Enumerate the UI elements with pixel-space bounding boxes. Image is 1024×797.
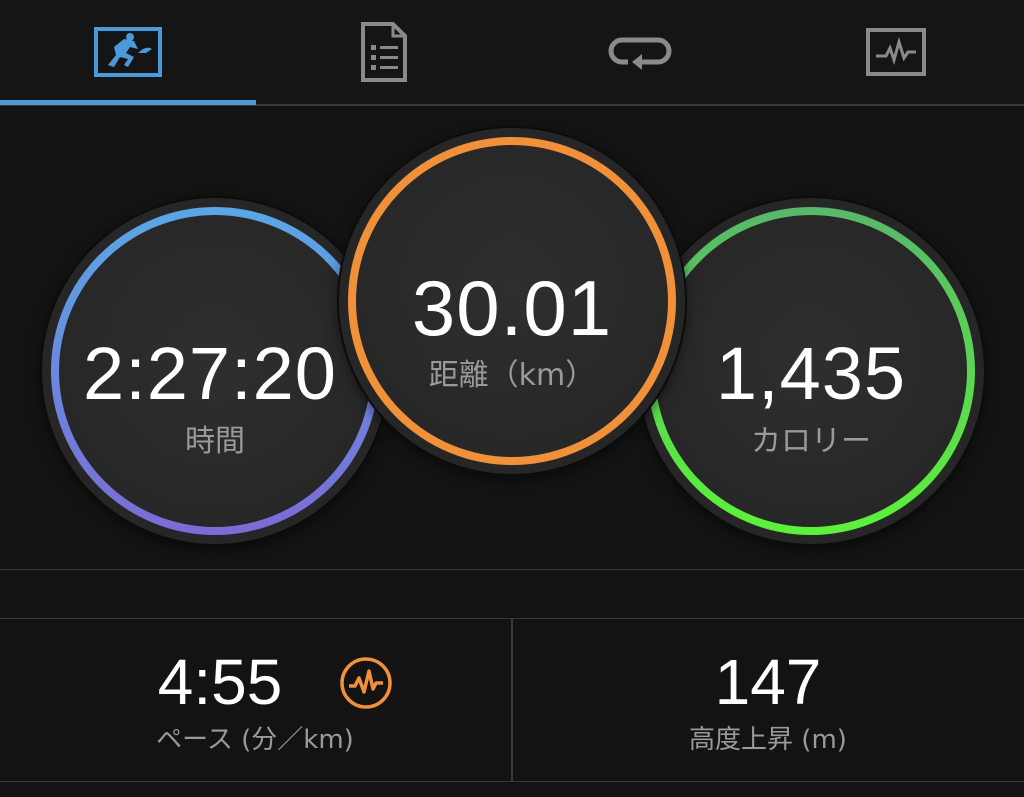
distance-value: 30.01 bbox=[411, 264, 613, 352]
running-figure-icon bbox=[94, 27, 162, 77]
tab-details[interactable] bbox=[256, 0, 512, 104]
calories-value: 1,435 bbox=[715, 332, 907, 415]
tab-overview[interactable] bbox=[0, 0, 256, 104]
pace-graph-icon bbox=[340, 657, 392, 709]
time-value: 2:27:20 bbox=[83, 332, 337, 415]
active-tab-indicator bbox=[0, 100, 256, 105]
distance-ring[interactable]: 30.01 距離（km） bbox=[339, 128, 685, 474]
time-label: 時間 bbox=[185, 424, 245, 459]
distance-label: 距離（km） bbox=[428, 358, 596, 393]
calories-ring[interactable]: 1,435 カロリー bbox=[638, 198, 984, 544]
section-divider-top bbox=[0, 569, 1024, 570]
calories-label: カロリー bbox=[751, 424, 871, 459]
time-ring[interactable]: 2:27:20 時間 bbox=[42, 198, 388, 544]
chart-monitor-icon bbox=[866, 28, 926, 76]
section-divider-bottom bbox=[0, 781, 1024, 782]
loop-arrow-icon bbox=[608, 37, 672, 70]
activity-summary-screen: 2:27:20 時間 1,435 カロリー 30.01 距離（km） 4:55 … bbox=[0, 0, 1024, 797]
elevation-label: 高度上昇 (m) bbox=[689, 725, 847, 755]
elevation-value: 147 bbox=[714, 646, 822, 718]
tab-laps[interactable] bbox=[512, 0, 768, 104]
document-list-icon bbox=[361, 22, 407, 82]
tab-charts[interactable] bbox=[768, 0, 1024, 104]
pace-stat[interactable]: 4:55 ペース (分／km) bbox=[0, 619, 510, 781]
elevation-stat[interactable]: 147 高度上昇 (m) bbox=[513, 619, 1023, 781]
pace-label: ペース (分／km) bbox=[156, 725, 354, 755]
tab-bar bbox=[0, 0, 1024, 106]
